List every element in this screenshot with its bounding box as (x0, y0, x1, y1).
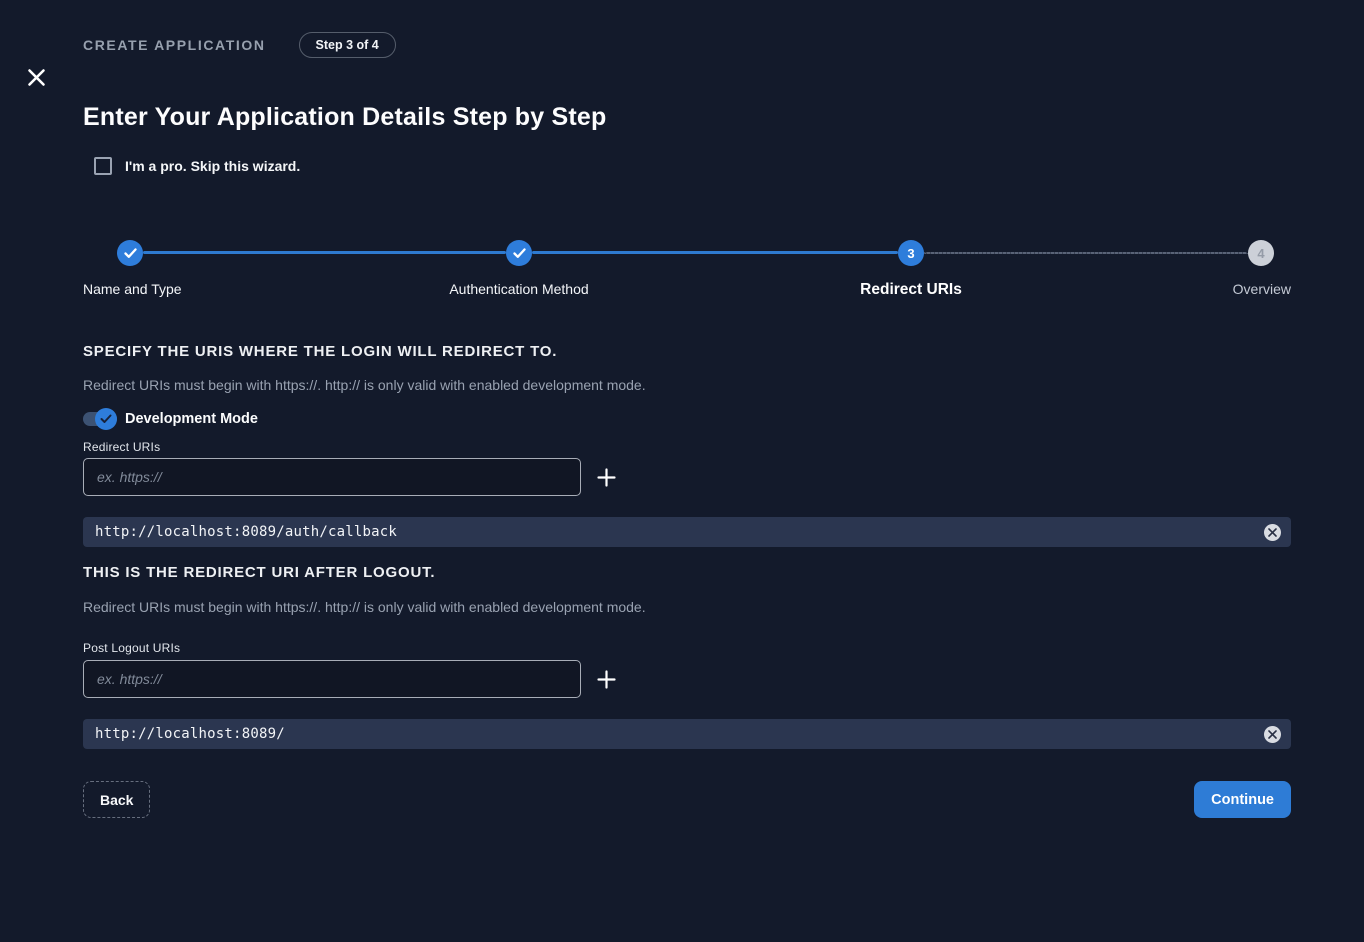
add-redirect-uri-button[interactable] (588, 459, 624, 495)
post-logout-uri-input[interactable] (83, 660, 581, 698)
step-2-circle[interactable] (506, 240, 532, 266)
step-4-number: 4 (1257, 246, 1264, 261)
skip-wizard-checkbox[interactable] (94, 157, 112, 175)
remove-post-logout-uri-button[interactable] (1264, 726, 1281, 743)
wizard-stepper: 3 4 Name and Type Authentication Method … (83, 240, 1291, 302)
remove-redirect-uri-button[interactable] (1264, 524, 1281, 541)
check-icon (513, 248, 526, 259)
wizard-header: CREATE APPLICATION Step 3 of 4 (83, 32, 1291, 58)
step-3-circle[interactable]: 3 (898, 240, 924, 266)
remove-icon (1268, 528, 1277, 537)
redirect-uri-chip-value: http://localhost:8089/auth/callback (95, 524, 1264, 540)
plus-icon (597, 468, 616, 487)
stepper-line-1 (143, 251, 506, 254)
stepper-line-3 (924, 252, 1248, 254)
redirect-uris-field-label: Redirect URIs (83, 440, 1291, 454)
redirect-section-heading: SPECIFY THE URIS WHERE THE LOGIN WILL RE… (83, 344, 1291, 360)
step-label-name-and-type[interactable]: Name and Type (83, 281, 182, 297)
redirect-uri-input-row (83, 458, 1291, 496)
skip-wizard-label: I'm a pro. Skip this wizard. (125, 158, 300, 174)
wizard-actions: Back Continue (83, 781, 1291, 818)
close-wizard-button[interactable] (24, 65, 48, 89)
dev-mode-row: Development Mode (83, 408, 1291, 430)
step-1-circle[interactable] (117, 240, 143, 266)
logout-section-heading: THIS IS THE REDIRECT URI AFTER LOGOUT. (83, 565, 1291, 581)
step-label-redirect-uris[interactable]: Redirect URIs (860, 281, 962, 299)
page-title: Enter Your Application Details Step by S… (83, 102, 1291, 132)
stepper-labels: Name and Type Authentication Method Redi… (83, 281, 1291, 299)
wizard-content: CREATE APPLICATION Step 3 of 4 Enter You… (0, 32, 1364, 818)
stepper-line-2 (532, 251, 898, 254)
remove-icon (1268, 730, 1277, 739)
redirect-section-description: Redirect URIs must begin with https://. … (83, 377, 1291, 393)
toggle-thumb-check-icon (95, 408, 117, 430)
step-progress-badge: Step 3 of 4 (299, 32, 396, 58)
step-3-number: 3 (907, 246, 914, 261)
check-icon (124, 248, 137, 259)
post-logout-uri-chip-value: http://localhost:8089/ (95, 726, 1264, 742)
close-icon (27, 68, 46, 87)
wizard-title: CREATE APPLICATION (83, 37, 266, 53)
post-logout-uri-chip: http://localhost:8089/ (83, 719, 1291, 749)
dev-mode-label: Development Mode (125, 411, 258, 427)
back-button[interactable]: Back (83, 781, 150, 818)
dev-mode-toggle[interactable] (83, 408, 117, 430)
continue-button[interactable]: Continue (1194, 781, 1291, 818)
skip-wizard-row: I'm a pro. Skip this wizard. (94, 156, 1291, 176)
redirect-uri-chip: http://localhost:8089/auth/callback (83, 517, 1291, 547)
step-label-overview[interactable]: Overview (1233, 281, 1291, 297)
step-4-circle[interactable]: 4 (1248, 240, 1274, 266)
logout-section-description: Redirect URIs must begin with https://. … (83, 599, 1291, 615)
step-label-authentication-method[interactable]: Authentication Method (449, 281, 588, 297)
post-logout-uri-input-row (83, 660, 1291, 698)
plus-icon (597, 670, 616, 689)
add-post-logout-uri-button[interactable] (588, 661, 624, 697)
post-logout-uris-field-label: Post Logout URIs (83, 641, 1291, 655)
redirect-uri-input[interactable] (83, 458, 581, 496)
